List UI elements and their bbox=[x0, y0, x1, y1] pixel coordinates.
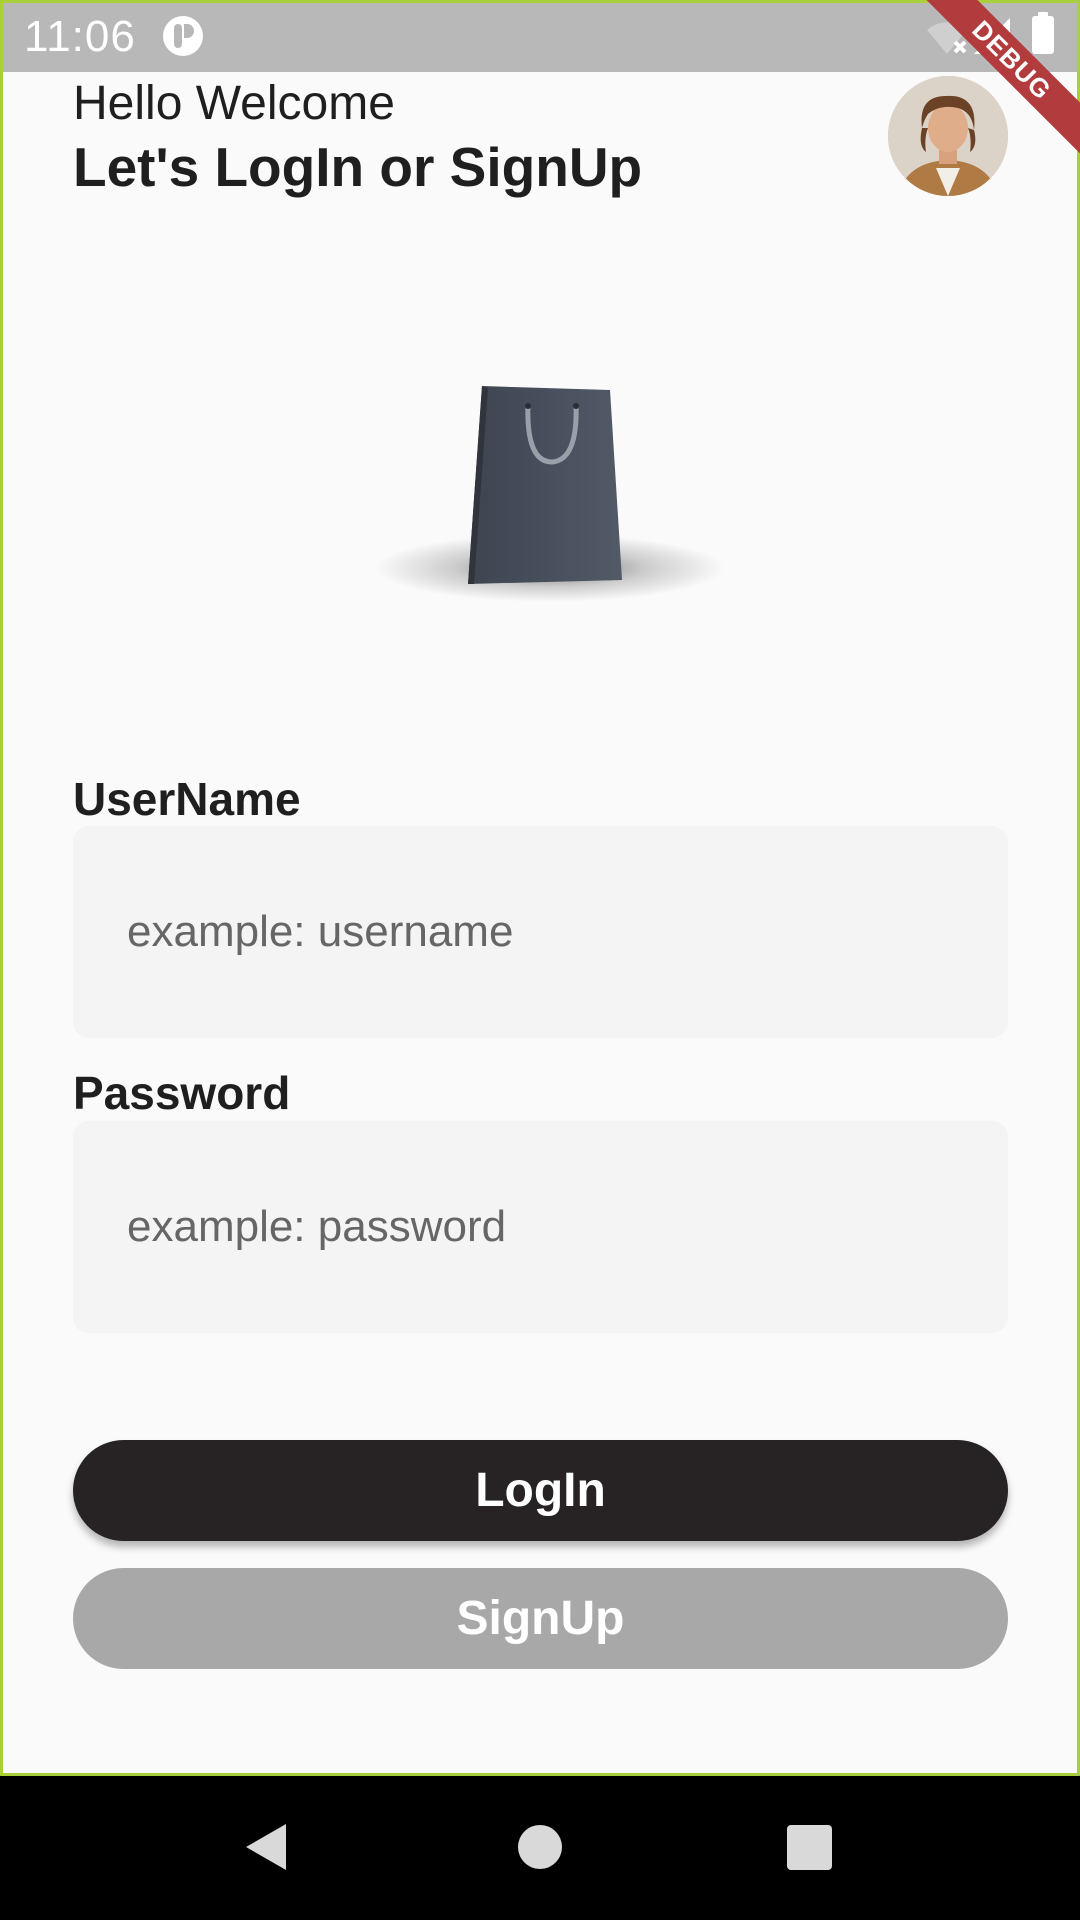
avatar-image bbox=[888, 76, 1008, 196]
page-title: Let's LogIn or SignUp bbox=[73, 136, 643, 198]
home-icon[interactable] bbox=[518, 1825, 562, 1869]
signup-button[interactable]: SignUp bbox=[73, 1568, 1008, 1669]
status-bar: 11:06 bbox=[0, 0, 1080, 72]
app-notification-icon bbox=[163, 16, 203, 56]
battery-icon bbox=[1032, 12, 1054, 54]
password-label: Password bbox=[73, 1067, 291, 1119]
status-time: 11:06 bbox=[24, 12, 136, 61]
recents-icon[interactable] bbox=[787, 1825, 832, 1870]
avatar[interactable] bbox=[888, 76, 1008, 196]
back-icon[interactable] bbox=[244, 1822, 288, 1872]
password-input[interactable] bbox=[73, 1121, 1008, 1333]
username-input[interactable] bbox=[73, 826, 1008, 1038]
shopping-bag-illustration bbox=[375, 386, 725, 602]
username-label: UserName bbox=[73, 773, 301, 825]
greeting-text: Hello Welcome bbox=[73, 77, 395, 130]
login-button[interactable]: LogIn bbox=[73, 1440, 1008, 1541]
